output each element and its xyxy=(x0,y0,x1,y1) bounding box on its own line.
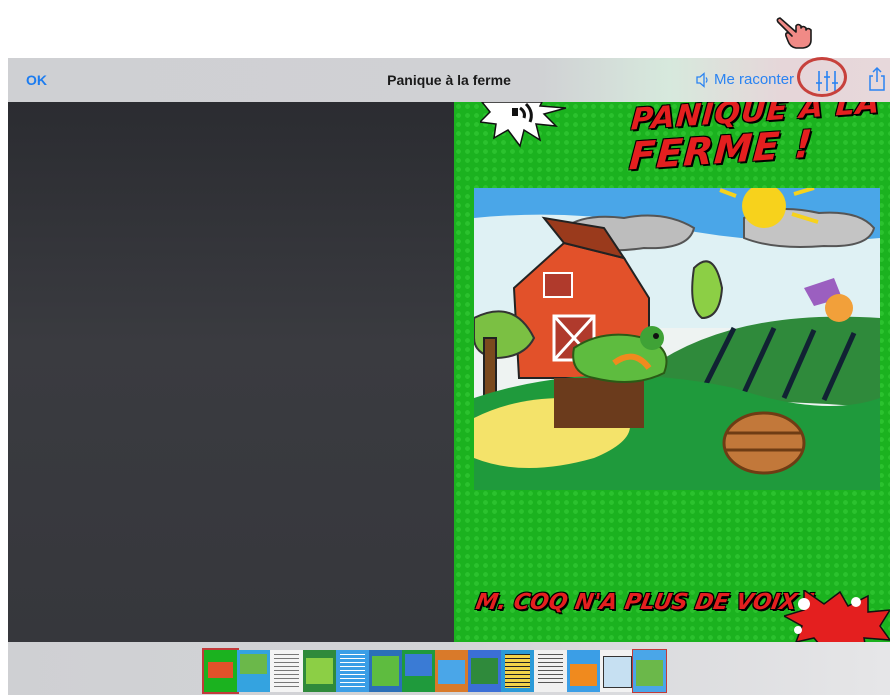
sound-burst-icon xyxy=(480,102,567,148)
corner-burst-icon xyxy=(784,590,890,642)
thumbnail-page[interactable] xyxy=(202,648,239,694)
pointing-hand-icon xyxy=(776,17,812,49)
highlight-circle xyxy=(797,57,847,97)
thumbnail-page[interactable] xyxy=(468,650,501,692)
top-margin xyxy=(0,0,890,58)
book-page: PANIQUE À LA FERME ! M. COQ N'A PLUS DE … xyxy=(454,102,890,642)
narrate-button[interactable]: Me raconter xyxy=(696,71,794,88)
farm-drawing-image xyxy=(474,188,880,490)
thumbnail-page[interactable] xyxy=(534,650,567,692)
thumbnail-page[interactable] xyxy=(435,650,468,692)
thumbnail-list xyxy=(202,648,667,694)
page-thumbnail-strip xyxy=(8,642,890,695)
thumbnail-page[interactable] xyxy=(270,650,303,692)
thumbnail-page[interactable] xyxy=(336,650,369,692)
thumbnail-page[interactable] xyxy=(402,650,435,692)
share-icon[interactable] xyxy=(868,66,886,92)
thumbnail-page[interactable] xyxy=(237,650,270,692)
left-page-blank xyxy=(8,102,454,642)
top-toolbar: OK Panique à la ferme Me raconter xyxy=(8,58,890,102)
thumbnail-page[interactable] xyxy=(600,650,633,692)
thumbnail-page[interactable] xyxy=(567,650,600,692)
narrate-label: Me raconter xyxy=(714,71,795,88)
thumbnail-page[interactable] xyxy=(501,650,534,692)
thumbnail-page[interactable] xyxy=(303,650,336,692)
thumbnail-page[interactable] xyxy=(632,649,667,693)
speaker-icon xyxy=(696,71,708,88)
thumbnail-page[interactable] xyxy=(369,650,402,692)
page-caption: M. COQ N'A PLUS DE VOIX ! xyxy=(473,590,817,615)
